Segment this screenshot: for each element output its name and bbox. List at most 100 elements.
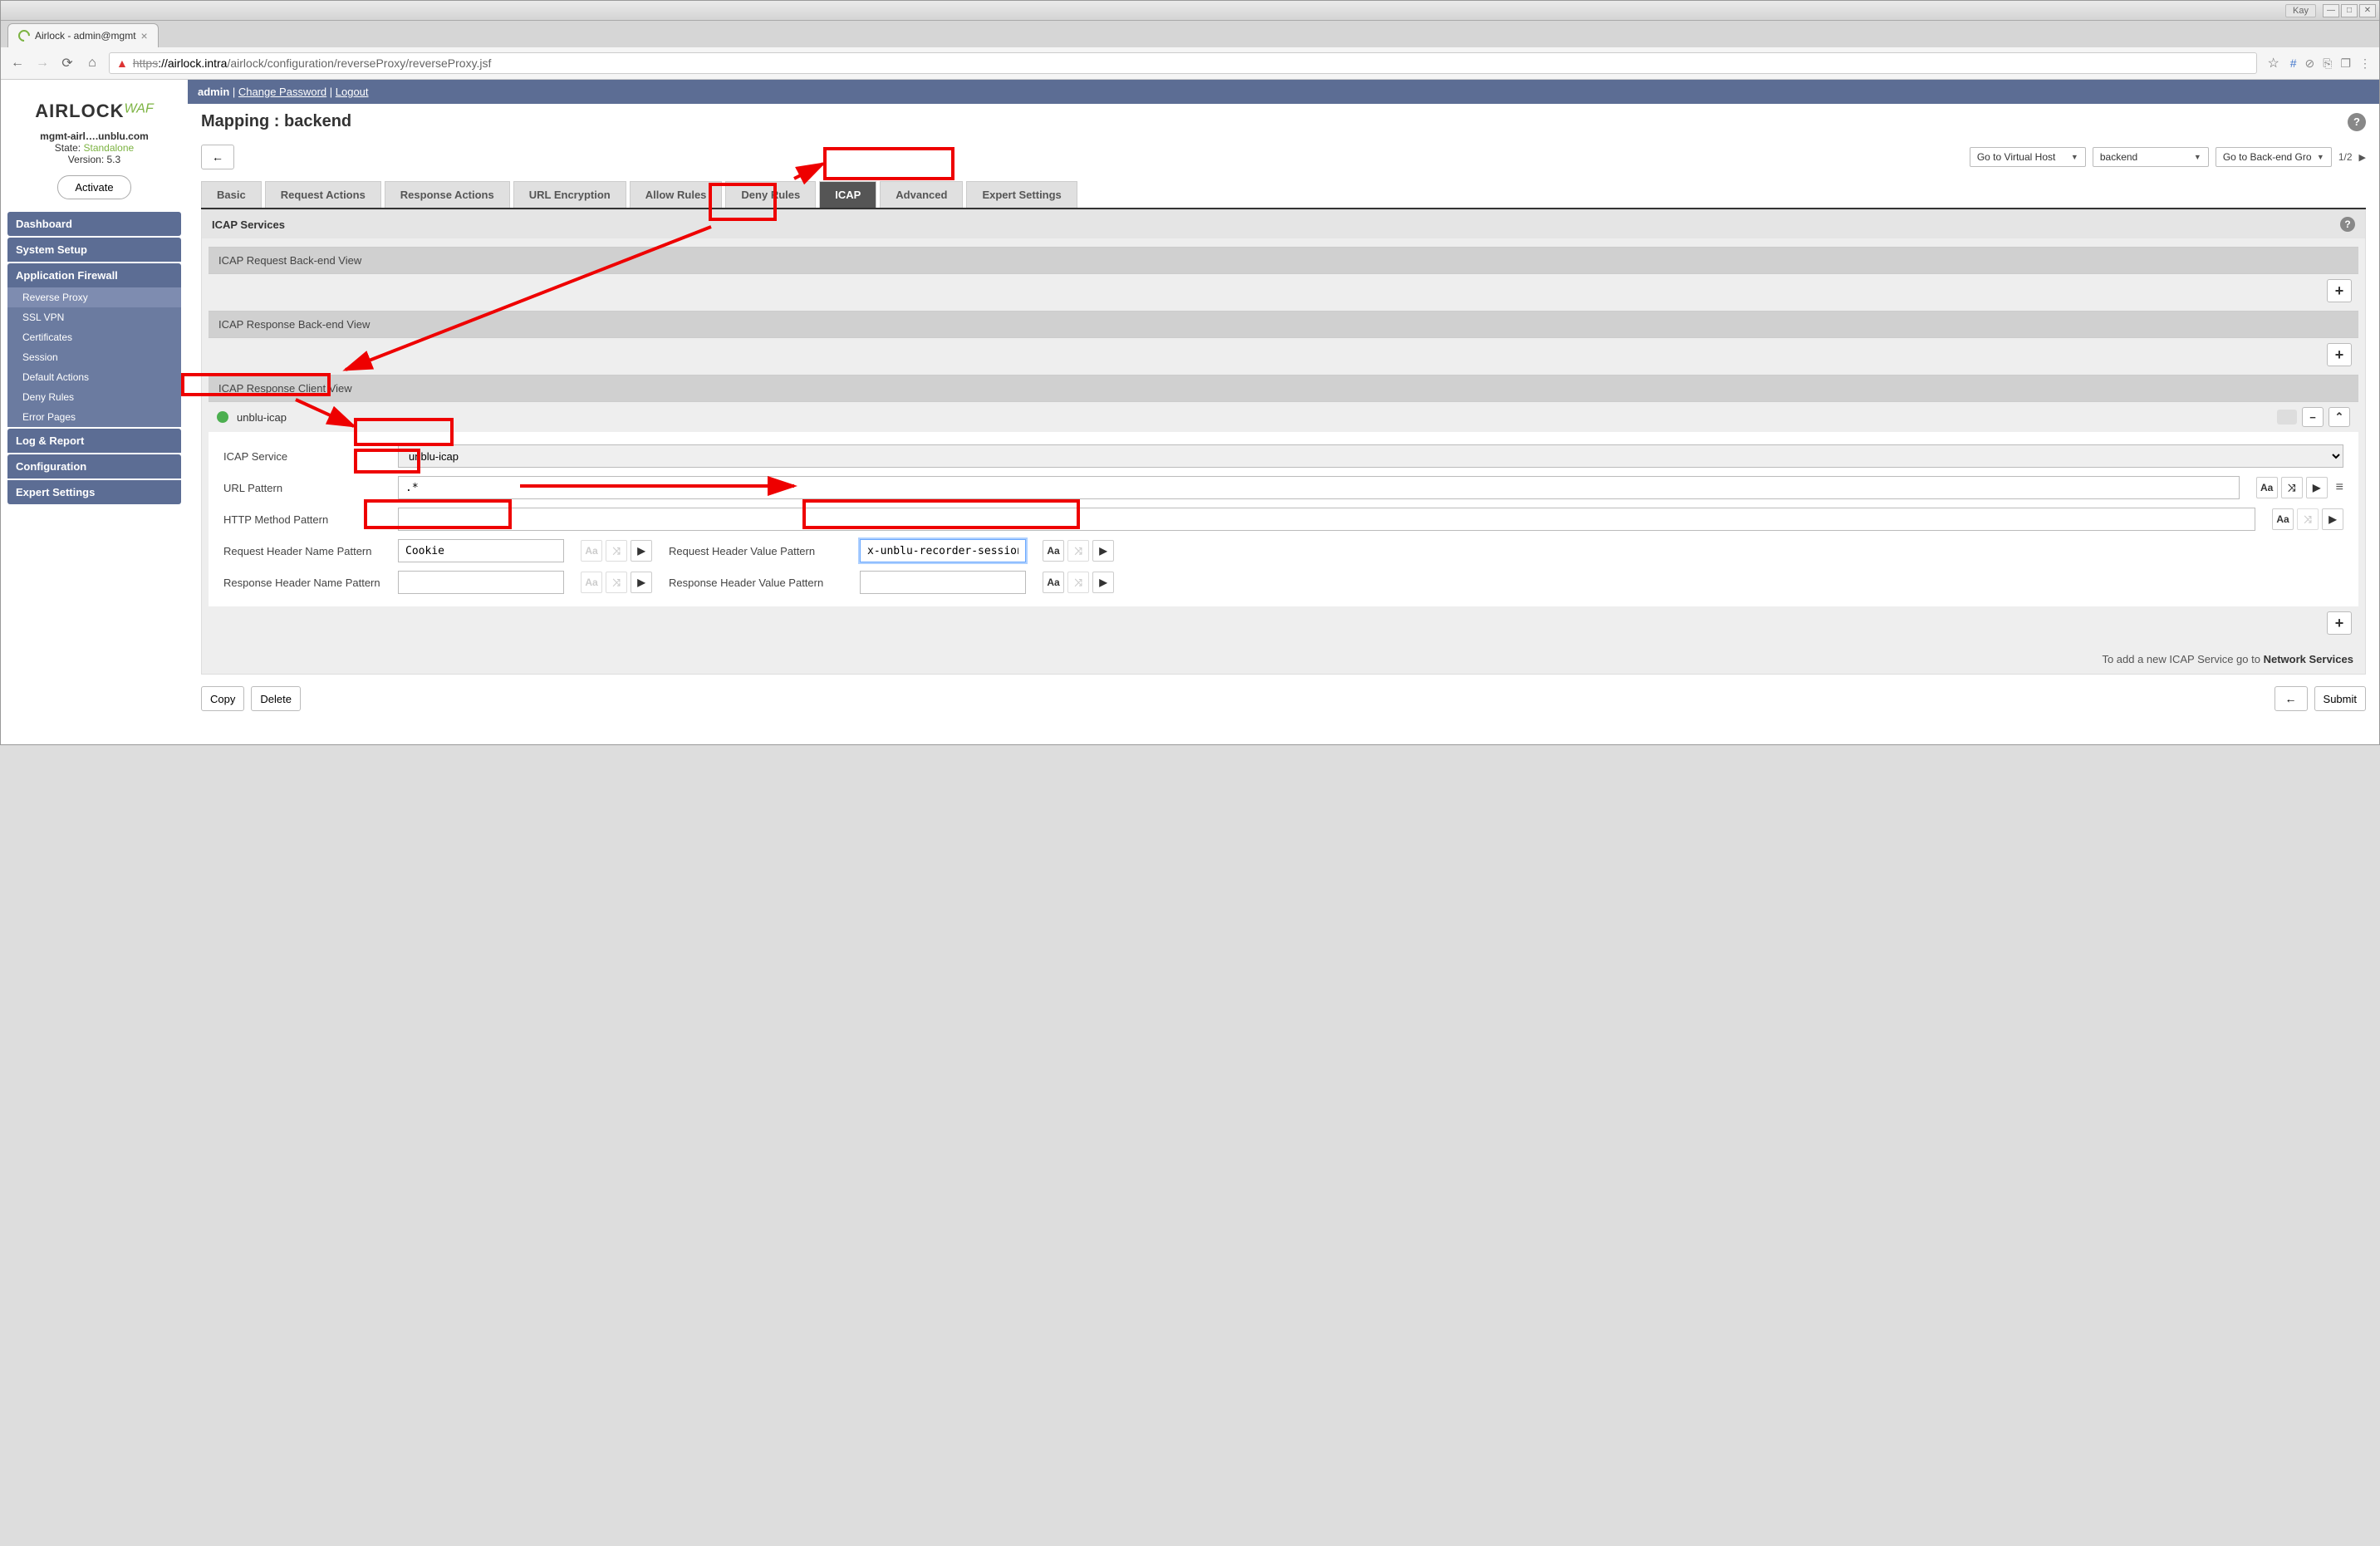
- change-password-link[interactable]: Change Password: [238, 86, 326, 98]
- footer-note: To add a new ICAP Service go to Network …: [202, 645, 2365, 674]
- ext-doc-icon[interactable]: ⎘: [2323, 56, 2332, 71]
- help-icon[interactable]: ?: [2348, 113, 2366, 131]
- backend-select[interactable]: backend▼: [2093, 147, 2209, 167]
- prev-button[interactable]: ←: [2274, 686, 2308, 711]
- tab-expert-settings[interactable]: Expert Settings: [966, 181, 1077, 208]
- icap-service-select[interactable]: unblu-icap: [398, 444, 2343, 468]
- tab-title: Airlock - admin@mgmt: [35, 30, 136, 42]
- add-request-backend-button[interactable]: +: [2327, 279, 2352, 302]
- play-icon[interactable]: ▶: [2322, 508, 2343, 530]
- version-label: Version: 5.3: [7, 154, 181, 165]
- nav-log-report[interactable]: Log & Report: [7, 429, 181, 453]
- tab-allow-rules[interactable]: Allow Rules: [630, 181, 723, 208]
- copy-button[interactable]: Copy: [201, 686, 244, 711]
- tab-deny-rules[interactable]: Deny Rules: [725, 181, 816, 208]
- req-header-name-input[interactable]: [398, 539, 564, 562]
- add-response-client-button[interactable]: +: [2327, 611, 2352, 635]
- invert-icon[interactable]: ⤨: [2281, 477, 2303, 498]
- play-icon[interactable]: ▶: [1092, 540, 1114, 562]
- section-icap-request-backend: ICAP Request Back-end View: [209, 247, 2358, 274]
- label-http-method: HTTP Method Pattern: [223, 513, 381, 526]
- comment-icon[interactable]: [2277, 410, 2297, 425]
- case-sensitive-icon[interactable]: Aa: [1043, 540, 1064, 562]
- window-minimize-icon[interactable]: —: [2323, 4, 2339, 17]
- security-warning-icon: ▲: [116, 56, 128, 70]
- nav-deny-rules[interactable]: Deny Rules: [7, 387, 181, 407]
- tab-advanced[interactable]: Advanced: [880, 181, 963, 208]
- state-label: State: Standalone: [7, 142, 181, 154]
- nav-session[interactable]: Session: [7, 347, 181, 367]
- resp-header-name-input[interactable]: [398, 571, 564, 594]
- ext-hash-icon[interactable]: #: [2290, 56, 2297, 71]
- invert-icon: ⤨: [1067, 572, 1089, 593]
- nav-error-pages[interactable]: Error Pages: [7, 407, 181, 427]
- menu-icon[interactable]: ≡: [2336, 480, 2343, 495]
- nav-expert-settings[interactable]: Expert Settings: [7, 480, 181, 504]
- url-host: ://airlock.intra: [158, 56, 227, 70]
- label-icap-service: ICAP Service: [223, 450, 381, 463]
- delete-button[interactable]: Delete: [251, 686, 301, 711]
- nav-certificates[interactable]: Certificates: [7, 327, 181, 347]
- current-user: admin: [198, 86, 229, 98]
- case-sensitive-icon[interactable]: Aa: [1043, 572, 1064, 593]
- panel-help-icon[interactable]: ?: [2340, 217, 2355, 232]
- collapse-icon[interactable]: ⌃: [2328, 407, 2350, 427]
- tab-url-encryption[interactable]: URL Encryption: [513, 181, 626, 208]
- favicon-icon: [16, 27, 32, 44]
- nav-home-icon[interactable]: ⌂: [84, 56, 101, 71]
- play-icon[interactable]: ▶: [631, 572, 652, 593]
- case-sensitive-icon: Aa: [581, 572, 602, 593]
- nav-configuration[interactable]: Configuration: [7, 454, 181, 479]
- tab-basic[interactable]: Basic: [201, 181, 262, 208]
- logout-link[interactable]: Logout: [336, 86, 369, 98]
- label-req-header-value: Request Header Value Pattern: [669, 545, 843, 557]
- play-icon[interactable]: ▶: [1092, 572, 1114, 593]
- ext-block-icon[interactable]: ⊘: [2305, 56, 2315, 71]
- window-close-icon[interactable]: ✕: [2359, 4, 2376, 17]
- resp-header-value-input[interactable]: [860, 571, 1026, 594]
- nav-reverse-proxy[interactable]: Reverse Proxy: [7, 287, 181, 307]
- tab-request-actions[interactable]: Request Actions: [265, 181, 381, 208]
- back-button[interactable]: ←: [201, 145, 234, 169]
- section-icap-response-backend: ICAP Response Back-end View: [209, 311, 2358, 338]
- nav-system-setup[interactable]: System Setup: [7, 238, 181, 262]
- url-input[interactable]: ▲ https://airlock.intra/airlock/configur…: [109, 52, 2257, 74]
- req-header-value-input[interactable]: [860, 539, 1026, 562]
- nav-ssl-vpn[interactable]: SSL VPN: [7, 307, 181, 327]
- service-name: unblu-icap: [237, 411, 287, 424]
- tab-icap[interactable]: ICAP: [819, 181, 876, 208]
- browser-tab[interactable]: Airlock - admin@mgmt ×: [7, 23, 159, 47]
- http-method-input[interactable]: [398, 508, 2255, 531]
- ext-stack-icon[interactable]: ❐: [2340, 56, 2351, 71]
- play-icon[interactable]: ▶: [631, 540, 652, 562]
- add-response-backend-button[interactable]: +: [2327, 343, 2352, 366]
- panel-title: ICAP Services: [212, 218, 285, 231]
- mgmt-host: mgmt-airl….unblu.com: [7, 130, 181, 142]
- tab-close-icon[interactable]: ×: [141, 29, 148, 42]
- nav-back-icon[interactable]: ←: [9, 56, 26, 71]
- window-maximize-icon[interactable]: □: [2341, 4, 2358, 17]
- nav-application-firewall[interactable]: Application Firewall: [7, 263, 181, 287]
- tab-response-actions[interactable]: Response Actions: [385, 181, 510, 208]
- nav-reload-icon[interactable]: ⟳: [59, 55, 76, 71]
- remove-service-button[interactable]: −: [2302, 407, 2324, 427]
- submit-button[interactable]: Submit: [2314, 686, 2366, 711]
- case-sensitive-icon[interactable]: Aa: [2272, 508, 2294, 530]
- nav-dashboard[interactable]: Dashboard: [7, 212, 181, 236]
- invert-icon[interactable]: ⤨: [2297, 508, 2319, 530]
- label-req-header-name: Request Header Name Pattern: [223, 545, 381, 557]
- label-resp-header-name: Response Header Name Pattern: [223, 577, 381, 589]
- pager-next-icon[interactable]: ▶: [2359, 152, 2366, 163]
- case-sensitive-icon: Aa: [581, 540, 602, 562]
- goto-backend-group-select[interactable]: Go to Back-end Gro▼: [2216, 147, 2332, 167]
- browser-menu-icon[interactable]: ⋮: [2359, 56, 2371, 71]
- invert-icon: ⤨: [606, 540, 627, 562]
- case-sensitive-icon[interactable]: Aa: [2256, 477, 2278, 498]
- activate-button[interactable]: Activate: [57, 175, 130, 199]
- bookmark-star-icon[interactable]: ☆: [2265, 55, 2282, 71]
- url-path: /airlock/configuration/reverseProxy/reve…: [227, 56, 491, 70]
- url-pattern-input[interactable]: [398, 476, 2240, 499]
- play-icon[interactable]: ▶: [2306, 477, 2328, 498]
- goto-virtual-host-select[interactable]: Go to Virtual Host▼: [1970, 147, 2086, 167]
- nav-default-actions[interactable]: Default Actions: [7, 367, 181, 387]
